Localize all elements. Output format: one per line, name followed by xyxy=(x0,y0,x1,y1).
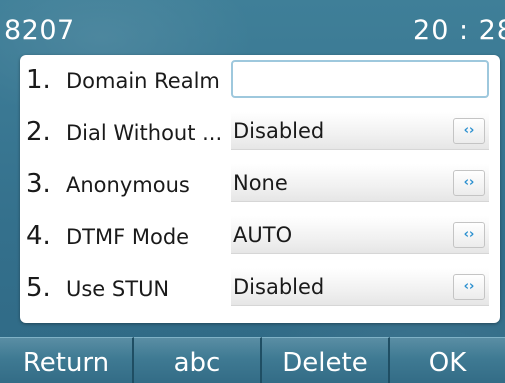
setting-name: Domain Realm xyxy=(66,69,220,93)
setting-number: 1. xyxy=(26,65,51,95)
domain-realm-input[interactable] xyxy=(231,60,489,98)
status-bar: 8207 20 : 28 xyxy=(0,0,505,50)
settings-panel: 1. Domain Realm 2. Dial Without ... Disa… xyxy=(20,55,500,323)
left-right-arrows-icon[interactable]: ‹› xyxy=(453,118,485,144)
select-value: AUTO xyxy=(233,223,293,247)
setting-number: 2. xyxy=(26,117,51,147)
use-stun-select[interactable]: Disabled ‹› xyxy=(231,268,489,306)
phone-screen: 8207 20 : 28 1. Domain Realm 2. Dial Wit… xyxy=(0,0,505,383)
setting-name: Anonymous xyxy=(66,173,190,197)
select-value: Disabled xyxy=(233,119,325,143)
setting-label: 4. DTMF Mode xyxy=(20,211,230,263)
select-value: Disabled xyxy=(233,275,325,299)
left-right-arrows-icon[interactable]: ‹› xyxy=(453,170,485,196)
anonymous-select[interactable]: None ‹› xyxy=(231,164,489,202)
dial-without-select[interactable]: Disabled ‹› xyxy=(231,112,489,150)
setting-name: Dial Without ... xyxy=(66,121,223,145)
setting-row-dial-without[interactable]: 2. Dial Without ... Disabled ‹› xyxy=(20,107,500,159)
setting-name: Use STUN xyxy=(66,277,170,301)
clock: 20 : 28 xyxy=(413,15,505,46)
setting-name: DTMF Mode xyxy=(66,225,190,249)
left-right-arrows-icon[interactable]: ‹› xyxy=(453,274,485,300)
ok-button[interactable]: OK xyxy=(390,337,505,383)
setting-row-anonymous[interactable]: 3. Anonymous None ‹› xyxy=(20,159,500,211)
setting-row-dtmf-mode[interactable]: 4. DTMF Mode AUTO ‹› xyxy=(20,211,500,263)
left-right-arrows-icon[interactable]: ‹› xyxy=(453,222,485,248)
setting-label: 3. Anonymous xyxy=(20,159,230,211)
setting-number: 5. xyxy=(26,273,51,303)
return-button[interactable]: Return xyxy=(0,337,134,383)
input-mode-button[interactable]: abc xyxy=(134,337,262,383)
setting-row-use-stun[interactable]: 5. Use STUN Disabled ‹› xyxy=(20,263,500,315)
setting-row-domain-realm[interactable]: 1. Domain Realm xyxy=(20,55,500,107)
setting-number: 4. xyxy=(26,221,51,251)
setting-label: 5. Use STUN xyxy=(20,263,230,315)
account-number: 8207 xyxy=(4,15,75,46)
setting-number: 3. xyxy=(26,169,51,199)
delete-button[interactable]: Delete xyxy=(262,337,390,383)
setting-label: 1. Domain Realm xyxy=(20,55,230,107)
softkey-bar: Return abc Delete OK xyxy=(0,337,505,383)
setting-label: 2. Dial Without ... xyxy=(20,107,230,159)
dtmf-mode-select[interactable]: AUTO ‹› xyxy=(231,216,489,254)
select-value: None xyxy=(233,171,288,195)
